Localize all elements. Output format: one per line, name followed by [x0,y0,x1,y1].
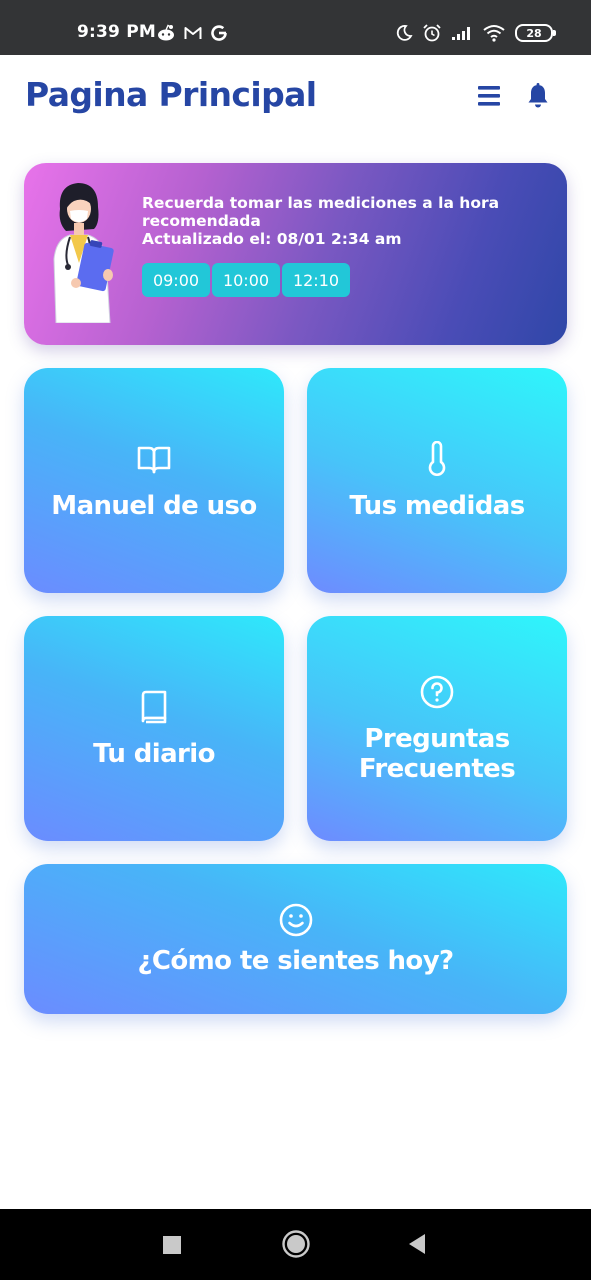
back-button[interactable] [407,1233,427,1259]
sientes-label: ¿Cómo te sientes hoy? [137,946,454,976]
doctor-illustration [53,183,114,323]
smile-icon [279,903,312,937]
alarm-icon [423,24,441,42]
reminder-times: 09:00 10:00 12:10 [142,263,350,297]
book-open-icon [137,446,171,473]
preguntas-tile[interactable]: Preguntas Frecuentes [307,616,567,841]
sientes-tile[interactable]: ¿Cómo te sientes hoy? [24,864,567,1014]
notifications-button[interactable] [524,82,552,110]
status-left-icons [156,22,228,44]
google-icon [211,25,227,41]
bell-icon [528,83,548,108]
recents-button[interactable] [162,1235,182,1259]
reddit-icon [158,24,174,41]
battery-icon: 28 [515,24,556,42]
preguntas-label: Preguntas Frecuentes [358,723,516,784]
time-chip[interactable]: 10:00 [212,263,280,297]
navigation-bar [0,1209,591,1280]
reminder-banner: Recuerda tomar las mediciones a la hora … [24,163,567,345]
book-icon [141,690,167,723]
status-bar: 9:39 PM 28 [0,0,591,55]
diario-label: Tu diario [93,738,215,769]
reminder-updated: Actualizado el: 08/01 2:34 am [142,230,402,248]
page-title: Pagina Principal [25,75,317,114]
gmail-icon [184,27,202,39]
status-right-icons: 28 [395,21,556,45]
signal-icon [452,27,470,40]
wifi-icon [483,25,505,42]
help-circle-icon [420,675,454,708]
medidas-tile[interactable]: Tus medidas [307,368,567,593]
battery-level: 28 [526,26,542,40]
medidas-label: Tus medidas [349,490,525,521]
home-circle-icon [282,1230,310,1258]
back-triangle-icon [409,1234,425,1254]
thermometer-icon [428,440,446,476]
home-button[interactable] [281,1229,311,1263]
status-time: 9:39 PM [77,22,156,42]
diario-tile[interactable]: Tu diario [24,616,284,841]
reminder-text: Recuerda tomar las mediciones a la hora … [142,194,542,248]
time-chip[interactable]: 09:00 [142,263,210,297]
manual-label: Manuel de uso [51,490,257,521]
hamburger-menu-icon [478,86,500,106]
reminder-message: Recuerda tomar las mediciones a la hora … [142,194,500,230]
menu-button[interactable] [476,84,502,108]
time-chip[interactable]: 12:10 [282,263,350,297]
recents-square-icon [163,1236,181,1254]
moon-icon [396,25,413,41]
manual-tile[interactable]: Manuel de uso [24,368,284,593]
